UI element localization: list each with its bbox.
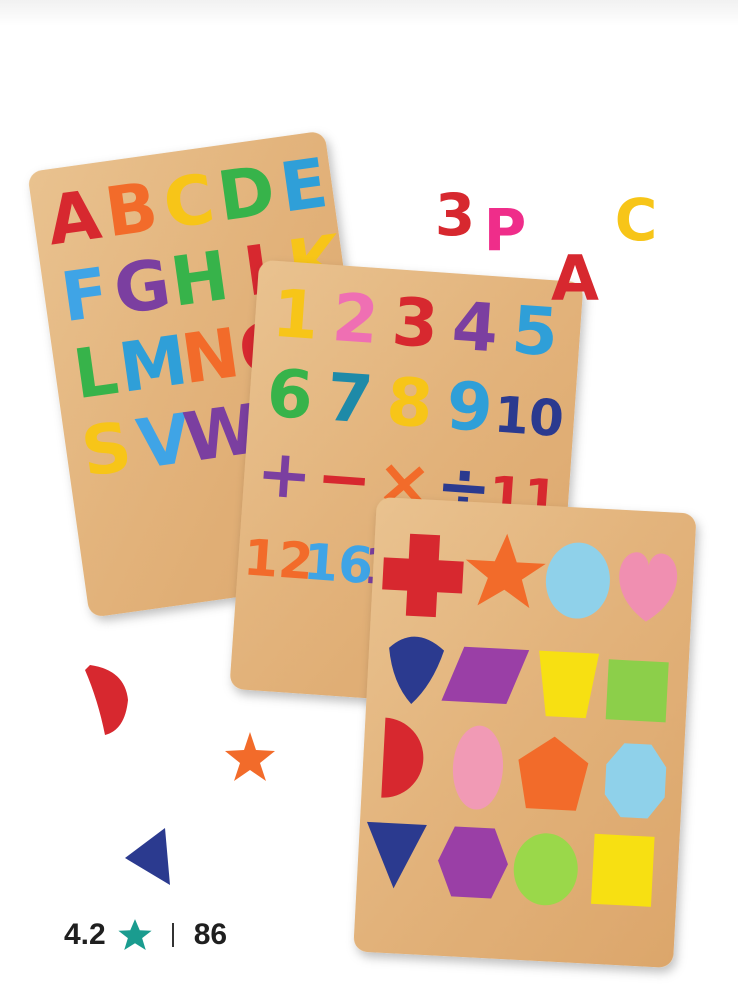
square2-shape	[591, 833, 655, 907]
number-piece-1: 2	[330, 279, 381, 359]
number-piece-7: 8	[384, 363, 435, 443]
loose-piece-a: A	[551, 242, 599, 315]
loose-half-circle	[85, 665, 128, 735]
number-piece-6: 7	[324, 359, 375, 439]
rating-value: 4.2	[64, 918, 106, 951]
number-piece-5: 6	[264, 355, 315, 435]
alphabet-piece-h: H	[166, 237, 233, 323]
product-image[interactable]: ABCDEFGHIKLMNQRSVW 12345678910+−×÷111216…	[0, 26, 738, 991]
rating-divider	[171, 923, 174, 947]
number-piece-2: 3	[390, 283, 441, 363]
alphabet-piece-g: G	[109, 245, 175, 331]
alphabet-piece-n: N	[177, 314, 244, 400]
number-piece-9: 10	[492, 386, 565, 449]
alphabet-piece-b: B	[100, 168, 162, 253]
loose-star	[225, 732, 275, 781]
star-icon	[118, 919, 152, 951]
square-shape	[605, 659, 669, 723]
shapes-board	[353, 497, 696, 968]
number-piece-3: 4	[450, 287, 501, 367]
number-piece-0: 1	[270, 275, 321, 355]
top-bar	[0, 0, 738, 26]
number-piece-11: −	[314, 438, 375, 519]
alphabet-piece-d: D	[213, 151, 280, 237]
loose-piece-p: P	[484, 196, 527, 264]
loose-piece-c: C	[615, 186, 658, 254]
number-piece-8: 9	[444, 367, 495, 447]
review-count: 86	[193, 918, 228, 951]
number-piece-10: +	[254, 434, 315, 515]
rating-bar[interactable]: 4.2 86	[64, 912, 227, 958]
loose-triangle	[125, 828, 170, 885]
loose-piece-3: 3	[435, 181, 475, 249]
